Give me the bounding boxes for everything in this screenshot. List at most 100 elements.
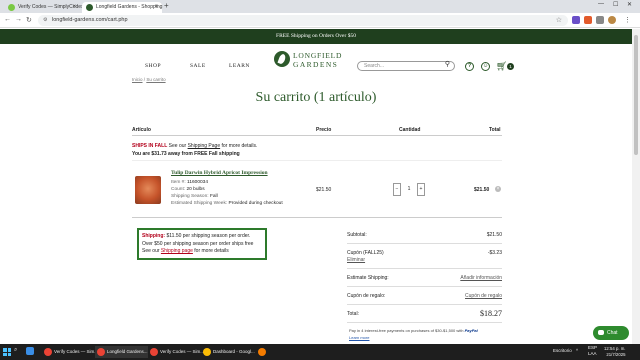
product-name-link[interactable]: Tulip Darwin Hybrid Apricot Impression xyxy=(171,170,268,176)
subtotal-label: Subtotal: xyxy=(347,232,367,238)
reload-icon[interactable]: ↻ xyxy=(26,16,32,24)
quantity-increase-button[interactable]: + xyxy=(417,183,425,196)
quantity-input[interactable]: 1 xyxy=(402,183,416,196)
longfield-gardens-logo[interactable]: LONGFIELD GARDENS xyxy=(274,50,346,70)
estimate-shipping-row: Estimate Shipping: Añadir información xyxy=(347,275,502,281)
browser-menu-icon[interactable]: ⋮ xyxy=(624,16,631,24)
tray-chevron-icon[interactable]: ^ xyxy=(576,348,578,353)
chat-button[interactable]: Chat xyxy=(593,326,629,340)
quantity-decrease-button[interactable]: − xyxy=(393,183,401,196)
site-info-icon[interactable]: ⚙ xyxy=(43,15,47,26)
page-scrollbar[interactable] xyxy=(632,29,640,344)
nav-learn[interactable]: LEARN xyxy=(229,63,250,69)
extension-icon[interactable] xyxy=(584,16,592,24)
ships-notice: SHIPS IN FALL See our Shipping Page for … xyxy=(132,143,257,149)
chrome-icon xyxy=(150,348,158,356)
taskbar-item[interactable]: Verify Codes — Sim... xyxy=(42,346,98,358)
subtotal-row: Subtotal: $21.50 xyxy=(347,232,502,238)
coupon-remove-link[interactable]: Eliminar xyxy=(347,257,365,263)
keyboard-layout: LAA xyxy=(588,351,597,356)
coupon-label: Cupón (FALL25) xyxy=(347,250,384,256)
weather-text[interactable]: Escritorio xyxy=(553,348,572,353)
new-tab-button[interactable]: + xyxy=(164,1,169,10)
extension-icon[interactable] xyxy=(572,16,580,24)
pinned-app-icon[interactable] xyxy=(258,348,266,356)
breadcrumb-separator: / xyxy=(143,77,146,82)
windows-start-icon[interactable] xyxy=(3,348,11,356)
taskbar-search-icon[interactable]: ⌕ xyxy=(14,347,17,354)
summary-divider xyxy=(347,268,502,269)
close-tab-icon[interactable]: × xyxy=(72,2,76,13)
shipping-label: Shipping: xyxy=(142,233,166,239)
item-value: 11600034 xyxy=(187,180,209,185)
taskbar-item[interactable]: Dashboard - Googl... xyxy=(201,346,255,358)
total-row: Total: $18.27 xyxy=(347,309,502,318)
browser-tab-longfield[interactable]: Longfield Gardens - Shopping × xyxy=(82,2,162,13)
help-icon[interactable]: ? xyxy=(465,62,474,71)
quantity-stepper: − 1 + xyxy=(393,183,425,196)
column-header-item: Artículo xyxy=(132,127,151,133)
coupon-row: Cupón (FALL25) -$3.23 xyxy=(347,250,502,256)
ships-text: See our xyxy=(168,143,187,149)
bookmark-star-icon[interactable]: ☆ xyxy=(556,15,562,26)
product-image[interactable] xyxy=(135,176,161,204)
task-view-icon[interactable] xyxy=(26,347,34,355)
shipping-page-link[interactable]: Shipping Page xyxy=(188,143,221,149)
season-label: Shipping Season: xyxy=(171,194,209,199)
paypal-text: Pay in 4 interest-free payments on purch… xyxy=(349,328,464,333)
product-shipping-week: Estimated Shipping Week: Provided during… xyxy=(171,201,283,206)
shipping-page-link-2[interactable]: Shipping page xyxy=(161,248,193,254)
remove-item-button[interactable]: × xyxy=(495,186,501,192)
forward-icon[interactable]: → xyxy=(15,16,22,23)
browser-tab-simplycodes[interactable]: Verify Codes — SimplyCodes × xyxy=(4,2,84,13)
scrollbar-thumb[interactable] xyxy=(634,35,638,155)
close-window-icon[interactable]: ✕ xyxy=(627,1,632,8)
estimate-shipping-label: Estimate Shipping: xyxy=(347,275,389,281)
shipping-more-text: for more details xyxy=(194,248,229,254)
minimize-icon[interactable]: — xyxy=(598,1,604,7)
shipping-line-2: Over $50 per shipping season per order s… xyxy=(142,240,254,247)
search-input[interactable]: Search... ⚲ xyxy=(357,61,455,71)
ships-in-fall-label: SHIPS IN FALL xyxy=(132,143,168,149)
count-value: 20 bulbs xyxy=(186,187,205,192)
taskbar-item[interactable]: Verify Codes — Sim... xyxy=(148,346,204,358)
subtotal-value: $21.50 xyxy=(486,232,502,238)
summary-divider xyxy=(347,304,502,305)
product-price: $21.50 xyxy=(316,187,332,193)
logo-word-2: GARDENS xyxy=(293,60,339,69)
profile-avatar[interactable] xyxy=(608,16,616,24)
taskbar-item[interactable]: Longfield Gardens... xyxy=(95,346,148,358)
gift-coupon-row: Cupón de regalo: Cupón de regalo xyxy=(347,293,502,299)
promo-banner[interactable]: FREE Shipping on Orders Over $50 xyxy=(0,29,632,44)
maximize-icon[interactable]: ☐ xyxy=(613,1,618,8)
browser-tab-bar: Verify Codes — SimplyCodes × Longfield G… xyxy=(0,0,640,13)
summary-divider xyxy=(347,322,502,323)
nav-sale[interactable]: SALE xyxy=(190,63,206,69)
clock-date: 21/7/2025 xyxy=(606,352,626,357)
search-icon[interactable]: ⚲ xyxy=(445,61,450,69)
url-text: longfield-gardens.com/cart.php xyxy=(52,17,128,23)
clock[interactable]: 12:54 p. m. 21/7/2025 xyxy=(604,346,626,358)
gift-coupon-label: Cupón de regalo: xyxy=(347,293,386,299)
language-indicator[interactable]: ESP LAA xyxy=(588,345,597,357)
nav-shop[interactable]: SHOP xyxy=(145,63,161,69)
gift-coupon-link[interactable]: Cupón de regalo xyxy=(465,293,502,299)
url-field[interactable]: ⚙ longfield-gardens.com/cart.php ☆ xyxy=(38,15,568,26)
back-icon[interactable]: ← xyxy=(4,16,11,23)
learn-more-link[interactable]: Learn more xyxy=(349,335,369,340)
account-icon[interactable]: ☺ xyxy=(481,62,490,71)
breadcrumb-current[interactable]: Su carrito xyxy=(146,77,165,82)
taskbar-item-label: Longfield Gardens... xyxy=(107,349,148,354)
shipping-cost-text: $11.50 per shipping season per order. xyxy=(166,233,251,239)
header-divider xyxy=(132,135,502,136)
shipping-info-box: Shipping: $11.50 per shipping season per… xyxy=(137,228,267,260)
product-item-number: Item #: 11600034 xyxy=(171,180,208,185)
close-tab-icon[interactable]: × xyxy=(154,2,158,13)
add-info-link[interactable]: Añadir información xyxy=(460,275,502,281)
cart-icon[interactable]: 🛒︎ xyxy=(496,61,507,72)
extensions-puzzle-icon[interactable] xyxy=(596,16,604,24)
taskbar-item-label: Verify Codes — Sim... xyxy=(54,349,99,354)
summary-divider xyxy=(347,243,502,244)
breadcrumb-home[interactable]: Inicio xyxy=(132,77,143,82)
leaf-logo-icon xyxy=(274,51,290,67)
